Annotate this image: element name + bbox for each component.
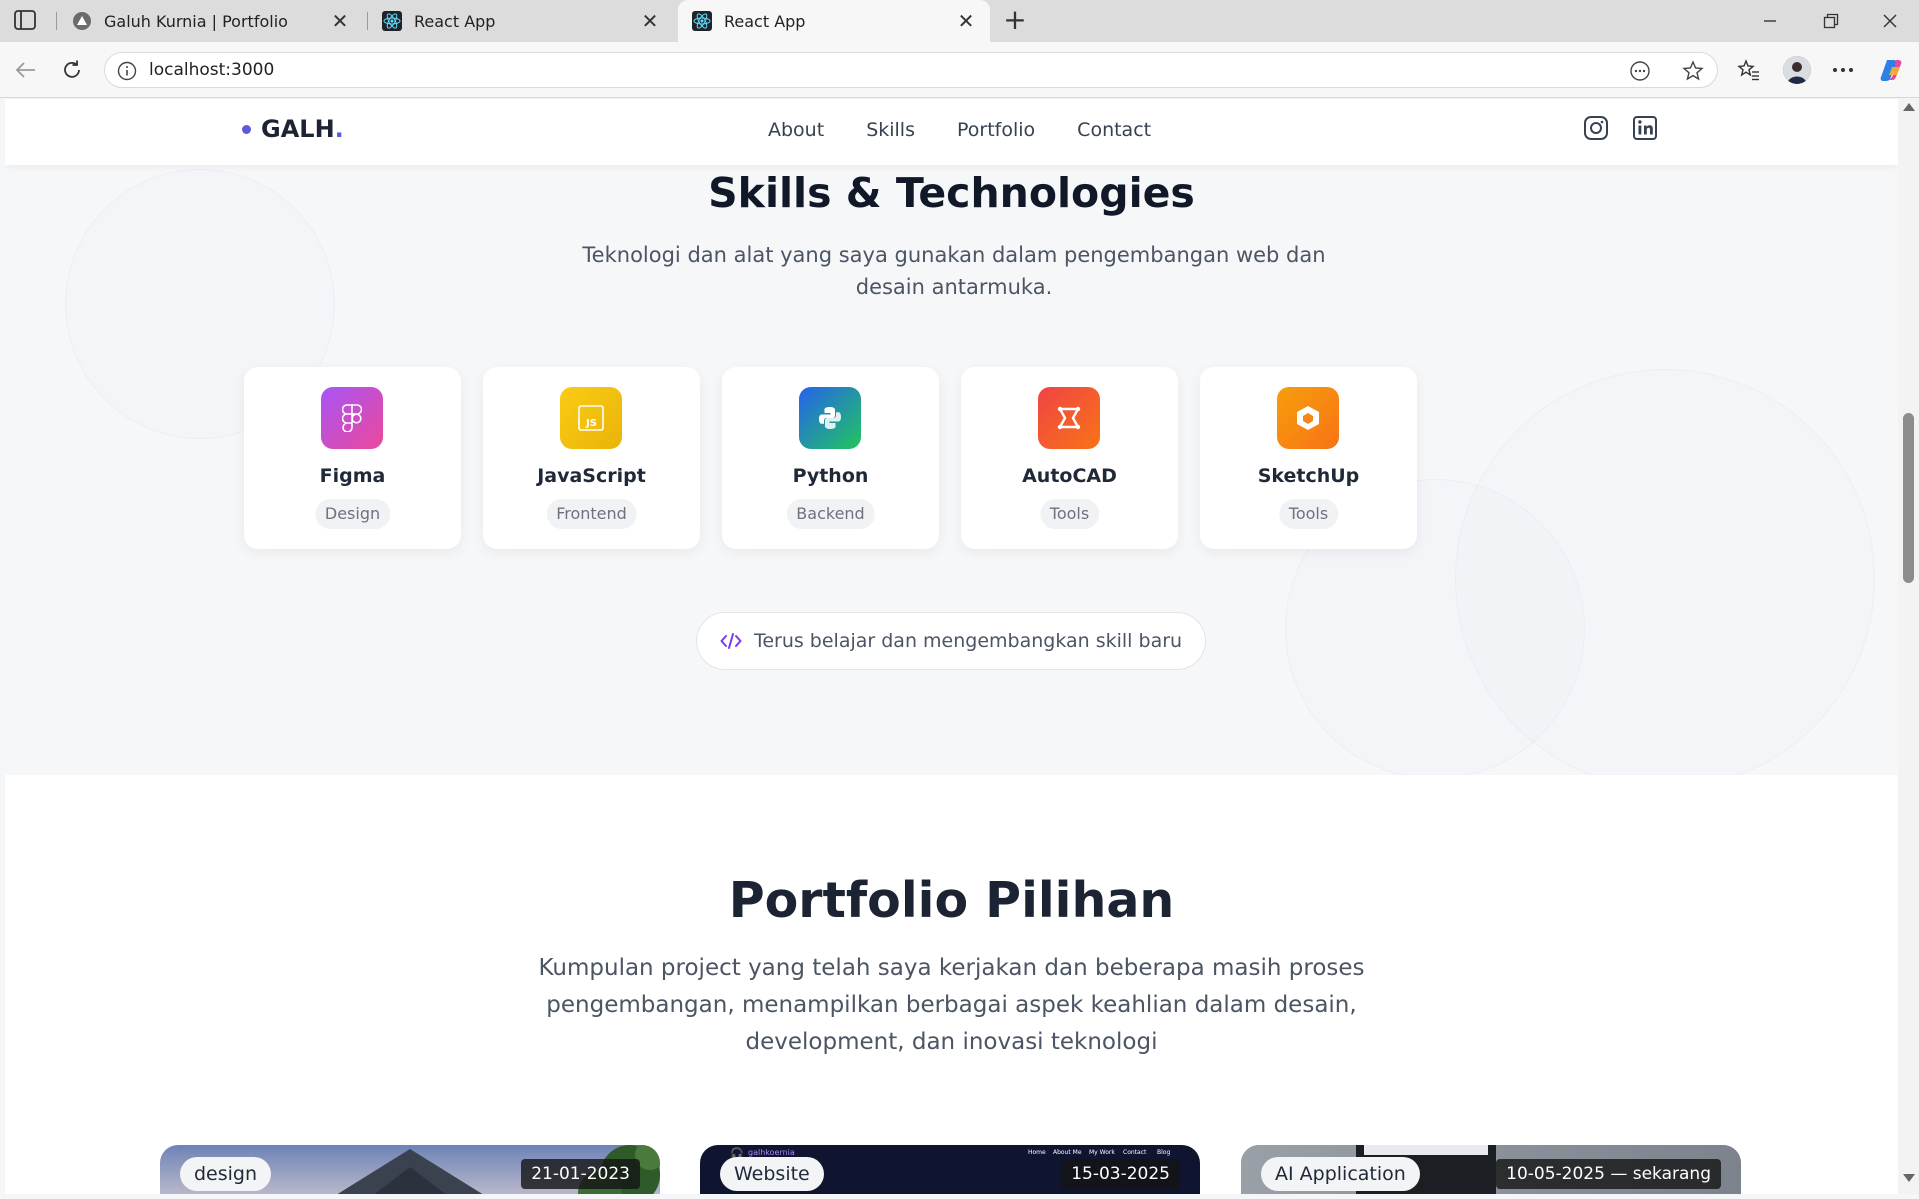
triangle-favicon-icon (72, 11, 92, 31)
restore-icon[interactable] (1811, 8, 1851, 34)
skill-card-figma[interactable]: Figma Design (244, 367, 461, 549)
linkedin-icon[interactable] (1632, 115, 1660, 143)
copilot-icon[interactable] (1877, 56, 1905, 84)
instagram-icon[interactable] (1583, 115, 1611, 143)
thumb-nav-blog: Blog (1157, 1149, 1171, 1156)
tab-title: Galuh Kurnia | Portfolio (104, 11, 288, 31)
refresh-icon[interactable] (58, 56, 86, 84)
project-date-badge: 15-03-2025 (1061, 1159, 1180, 1189)
thumb-nav-contact: Contact (1123, 1149, 1147, 1156)
skill-category-badge: Design (314, 499, 391, 529)
tab-react-app-2[interactable]: React App ✕ (678, 0, 990, 42)
portfolio-subtitle: Kumpulan project yang telah saya kerjaka… (538, 955, 1365, 1055)
react-favicon-icon (382, 11, 402, 31)
nav-link-portfolio[interactable]: Portfolio (957, 119, 1035, 141)
project-category-tag: Website (720, 1157, 824, 1191)
sketchup-icon (1277, 387, 1339, 449)
nav-link-skills[interactable]: Skills (866, 119, 915, 141)
minimize-icon[interactable] (1750, 8, 1790, 34)
learning-badge: Terus belajar dan mengembangkan skill ba… (696, 612, 1206, 670)
skill-category-badge: Tools (1039, 499, 1100, 529)
project-card-design[interactable]: design 21-01-2023 (160, 1145, 660, 1194)
project-category-tag: design (180, 1157, 272, 1191)
close-icon[interactable]: ✕ (956, 9, 976, 33)
skills-title: Skills & Technologies (708, 169, 1195, 217)
portfolio-section: Portfolio Pilihan Kumpulan project yang … (5, 775, 1898, 1194)
logo-text: GALH (261, 115, 335, 143)
scroll-thumb[interactable] (1903, 413, 1914, 583)
site-info-icon[interactable] (117, 61, 137, 81)
site-logo[interactable]: GALH. (242, 115, 344, 143)
skill-card-python[interactable]: Python Backend (722, 367, 939, 549)
url-text: localhost:3000 (149, 60, 275, 80)
skill-category-badge: Tools (1278, 499, 1339, 529)
skill-category-badge: Backend (786, 499, 875, 529)
scroll-up-arrow-icon[interactable] (1903, 103, 1915, 111)
tab-title: React App (414, 11, 496, 31)
logo-period: . (334, 115, 344, 143)
skill-card-sketchup[interactable]: SketchUp Tools (1200, 367, 1417, 549)
tab-bar: Galuh Kurnia | Portfolio ✕ React App ✕ R… (0, 0, 1919, 42)
back-arrow-icon[interactable] (12, 56, 40, 84)
page-viewport: Skills & Technologies Teknologi dan alat… (5, 99, 1898, 1194)
logo-dot (242, 124, 251, 134)
project-date-badge: 10-05-2025 — sekarang (1496, 1159, 1721, 1189)
skills-subtitle: Teknologi dan alat yang saya gunakan dal… (582, 243, 1326, 299)
window-close-icon[interactable] (1870, 8, 1910, 34)
thumb-nav-work: My Work (1089, 1149, 1115, 1156)
project-card-ai-application[interactable]: AI Application 10-05-2025 — sekarang (1241, 1145, 1741, 1194)
favorite-star-icon[interactable] (1681, 59, 1705, 83)
skill-name: Python (792, 465, 869, 487)
profile-avatar[interactable] (1783, 56, 1811, 84)
svg-text:JS: JS (585, 418, 597, 429)
figma-icon (321, 387, 383, 449)
favorites-icon[interactable] (1735, 56, 1763, 84)
thumb-nav-home: Home (1028, 1149, 1046, 1156)
close-icon[interactable]: ✕ (640, 9, 660, 33)
thumb-nav-about: About Me (1053, 1149, 1082, 1156)
scroll-down-arrow-icon[interactable] (1903, 1174, 1915, 1182)
project-card-website[interactable]: 🎧 galhkoernia Home About Me My Work Cont… (700, 1145, 1200, 1194)
react-favicon-icon (692, 11, 712, 31)
address-bar[interactable]: localhost:3000 (104, 52, 1718, 88)
more-options-icon[interactable] (1829, 56, 1857, 84)
skill-name: Figma (319, 465, 386, 487)
code-icon (720, 632, 742, 650)
portfolio-title: Portfolio Pilihan (728, 872, 1175, 929)
reading-mode-icon[interactable] (1628, 59, 1652, 83)
skill-card-javascript[interactable]: JS JavaScript Frontend (483, 367, 700, 549)
javascript-icon: JS (560, 387, 622, 449)
nav-links: About Skills Portfolio Contact (768, 119, 1193, 141)
learning-text: Terus belajar dan mengembangkan skill ba… (753, 630, 1183, 652)
skill-name: JavaScript (537, 465, 646, 487)
tab-react-app-1[interactable]: React App ✕ (368, 0, 674, 42)
python-icon (799, 387, 861, 449)
new-tab-button[interactable]: + (1000, 6, 1030, 36)
project-date-badge: 21-01-2023 (521, 1159, 640, 1189)
close-icon[interactable]: ✕ (330, 9, 350, 33)
page-scrollbar[interactable] (1898, 99, 1919, 1194)
address-toolbar: localhost:3000 (0, 42, 1919, 98)
tab-title: React App (724, 11, 806, 31)
autocad-icon (1038, 387, 1100, 449)
tab-portfolio[interactable]: Galuh Kurnia | Portfolio ✕ (58, 0, 364, 42)
project-category-tag: AI Application (1261, 1157, 1420, 1191)
tab-separator (56, 12, 57, 30)
skill-name: AutoCAD (1022, 465, 1117, 487)
nav-link-contact[interactable]: Contact (1077, 119, 1151, 141)
tab-actions-icon[interactable] (14, 10, 38, 32)
site-navbar: GALH. About Skills Portfolio Contact (5, 99, 1898, 165)
skill-name: SketchUp (1257, 465, 1360, 487)
nav-link-about[interactable]: About (768, 119, 824, 141)
skills-section: Skills & Technologies Teknologi dan alat… (5, 99, 1898, 775)
skill-category-badge: Frontend (546, 499, 637, 529)
skill-card-autocad[interactable]: AutoCAD Tools (961, 367, 1178, 549)
thumb-brand: galhkoernia (748, 1148, 795, 1157)
